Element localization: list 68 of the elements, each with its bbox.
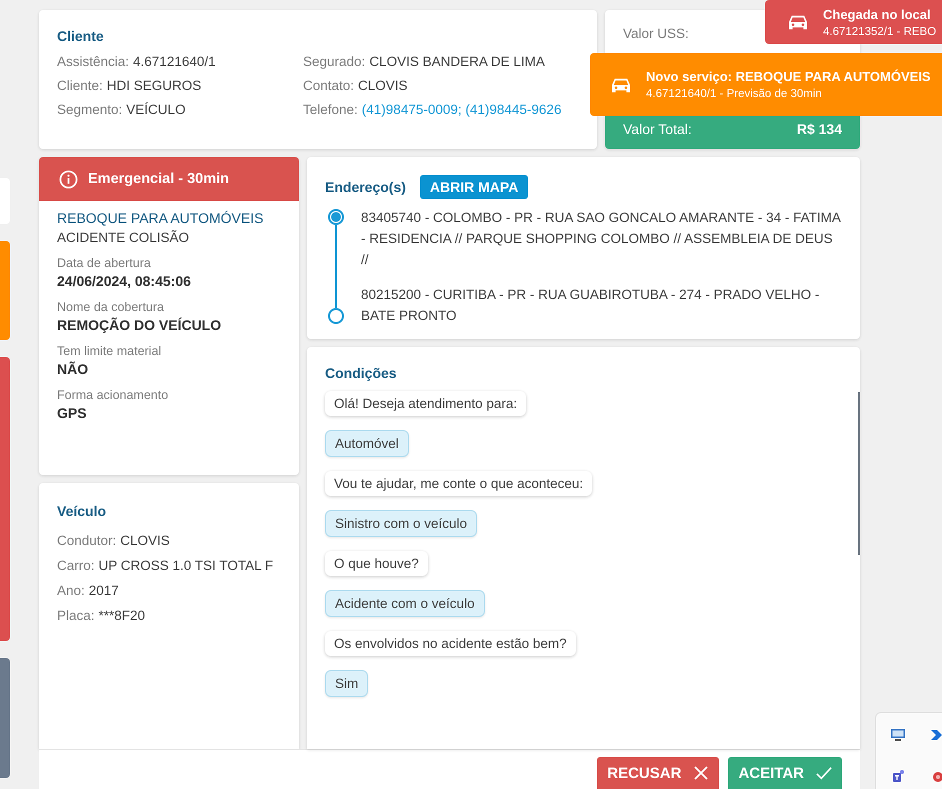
detail-value: NÃO: [57, 361, 90, 377]
answer-bubble: Sinistro com o veículo: [325, 510, 478, 537]
total-label: Valor Total:: [623, 121, 692, 137]
card-title: Endereço(s): [325, 179, 406, 195]
detail-value: REMOÇÃO DO VEÍCULO: [57, 317, 222, 333]
field-label: Ano:: [57, 583, 85, 598]
field-value: CLOVIS: [120, 533, 170, 548]
field-label: Segmento:: [57, 102, 122, 117]
detail-label: Data de abertura: [57, 256, 152, 270]
address-text: 83405740 - COLOMBO - PR - RUA SAO GONCALO AMARANTE - 34 - FATIMA - RESIDENCIA // PARQUE SHOPPING COLOMBO // ASSEMBLEIA DE DEUS //: [361, 209, 842, 269]
monitor-icon[interactable]: [890, 727, 906, 743]
field-value: CLOVIS BANDERA DE LIMA: [369, 54, 545, 69]
scrollbar[interactable]: [858, 392, 860, 555]
open-map-button[interactable]: ABRIR MAPA: [420, 175, 528, 199]
close-icon: [693, 765, 710, 781]
field-label: Segurado:: [303, 54, 366, 69]
service-cause: ACIDENTE COLISÃO: [57, 230, 190, 245]
info-icon: [59, 170, 78, 188]
detail-label: Forma acionamento: [57, 388, 170, 402]
field-label: Valor USS:: [623, 26, 689, 41]
notification-subtitle: 4.67121640/1 - Previsão de 30min: [646, 88, 823, 100]
car-icon: [610, 76, 632, 94]
field-value: ***8F20: [98, 608, 146, 623]
notification-subtitle: 4.67121352/1 - REBO: [823, 26, 936, 38]
car-icon: [787, 13, 809, 31]
check-icon: [816, 765, 832, 781]
question-bubble: Olá! Deseja atendimento para:: [325, 391, 526, 416]
field-value: HDI SEGUROS: [106, 78, 202, 93]
card-title: Cliente: [57, 28, 105, 44]
detail-value: GPS: [57, 405, 88, 421]
field-value: 2017: [88, 583, 119, 598]
chevron-icon[interactable]: [930, 727, 942, 743]
detail-label: Nome da cobertura: [57, 300, 166, 314]
reject-button[interactable]: RECUSAR: [597, 757, 720, 789]
field-label: Carro:: [57, 558, 95, 573]
side-tab[interactable]: [0, 241, 10, 340]
service-type: REBOQUE PARA AUTOMÓVEIS: [57, 210, 264, 226]
notification-toast[interactable]: Novo serviço: REBOQUE PARA AUTOMÓVEIS 4.67121640/1 - Previsão de 30min: [590, 53, 942, 116]
field-value: VEÍCULO: [126, 102, 186, 117]
detail-label: Tem limite material: [57, 344, 162, 358]
priority-text: Emergencial - 30min: [88, 171, 230, 187]
field-label: Telefone:: [303, 102, 358, 117]
notification-toast[interactable]: Chegada no local 4.67121352/1 - REBO: [765, 0, 942, 44]
field-label: Placa:: [57, 608, 95, 623]
field-value: 4.67121640/1: [133, 54, 216, 69]
answer-bubble: Automóvel: [325, 430, 409, 457]
field-label: Cliente:: [57, 78, 103, 93]
question-bubble: O que houve?: [325, 551, 428, 576]
address-text: 80215200 - CURITIBA - PR - RUA GUABIROTUBA - 274 - PRADO VELHO - BATE PRONTO: [361, 286, 820, 325]
field-value: UP CROSS 1.0 TSI TOTAL F: [98, 558, 274, 573]
answer-bubble: Acidente com o veículo: [325, 590, 485, 617]
detail-value: 24/06/2024, 08:45:06: [57, 273, 192, 289]
field-label: Assistência:: [57, 54, 130, 69]
question-bubble: Vou te ajudar, me conte o que aconteceu:: [325, 471, 592, 496]
phone-link[interactable]: (41)98475-0009; (41)98445-9626: [362, 102, 562, 117]
notification-title: Chegada no local: [823, 6, 932, 22]
side-tab[interactable]: [0, 357, 10, 641]
accept-button[interactable]: ACEITAR: [728, 757, 842, 789]
card-title: Veículo: [57, 503, 108, 519]
notification-title: Novo serviço: REBOQUE PARA AUTOMÓVEIS: [646, 69, 931, 84]
field-label: Contato:: [303, 78, 354, 93]
field-value: CLOVIS: [358, 78, 408, 93]
answer-bubble: Sim: [325, 670, 368, 697]
side-tab[interactable]: [0, 658, 10, 778]
field-label: Condutor:: [57, 533, 116, 548]
card-title: Condições: [325, 365, 398, 381]
question-bubble: Os envolvidos no acidente estão bem?: [325, 631, 576, 656]
total-value: R$ 134: [796, 121, 842, 137]
